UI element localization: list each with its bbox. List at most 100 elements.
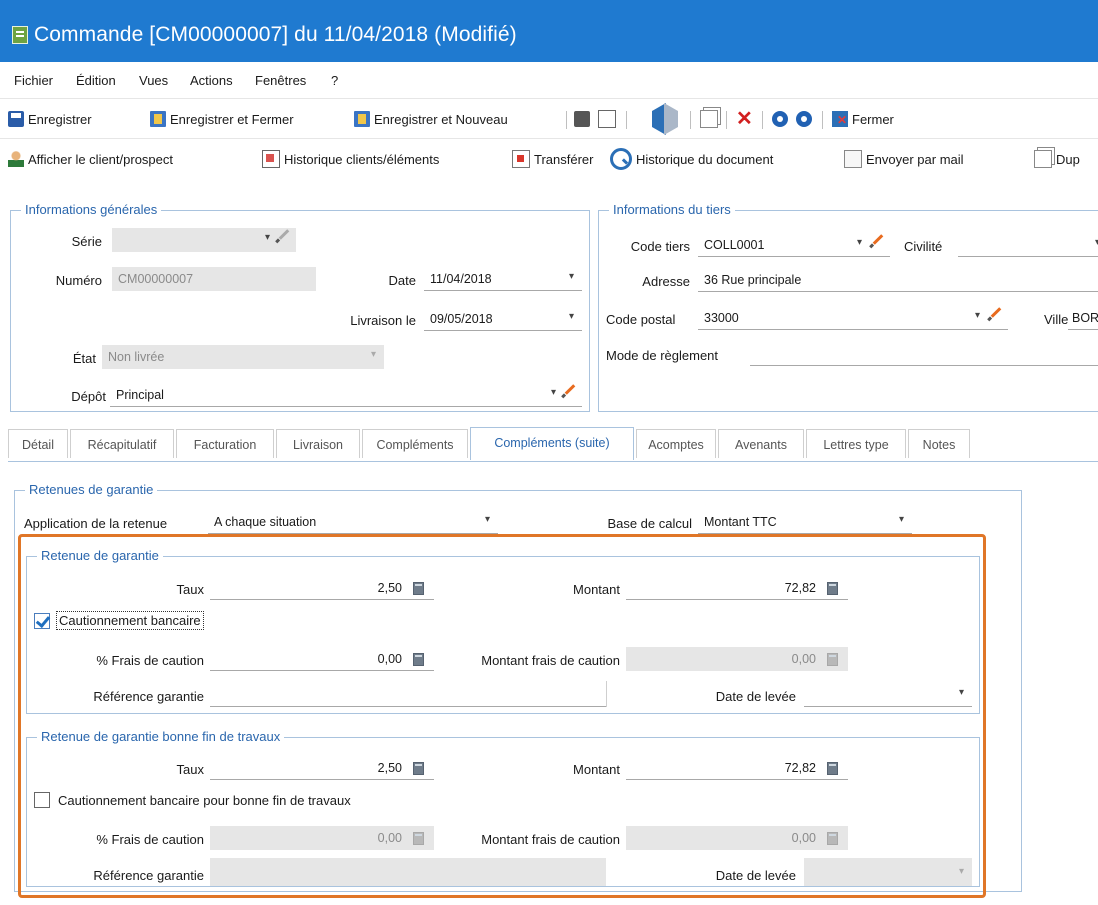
copy-icon bbox=[700, 110, 718, 128]
menu-actions[interactable]: Actions bbox=[190, 73, 233, 88]
taux-field[interactable]: 2,50 bbox=[210, 756, 434, 780]
last-record-button[interactable] bbox=[796, 109, 816, 129]
delete-button[interactable]: ✕ bbox=[736, 109, 756, 129]
close-button[interactable]: Fermer bbox=[832, 109, 894, 129]
date-levee-field[interactable]: ▾ bbox=[804, 858, 972, 886]
history-icon bbox=[262, 150, 280, 168]
tab-complements[interactable]: Compléments bbox=[362, 429, 468, 458]
chevron-down-icon: ▾ bbox=[264, 232, 270, 243]
numero-field[interactable]: CM00000007 bbox=[112, 267, 316, 291]
adresse-field[interactable]: 36 Rue principale bbox=[698, 268, 1098, 292]
frais-caution-field[interactable]: 0,00 bbox=[210, 647, 434, 671]
copy-button[interactable] bbox=[700, 109, 722, 129]
date-field[interactable]: 11/04/2018 ▾ bbox=[424, 267, 582, 291]
magnifier-icon bbox=[610, 148, 632, 170]
save-close-icon bbox=[150, 111, 166, 127]
caution-bonne-fin-checkbox[interactable] bbox=[34, 792, 50, 808]
menu-bar: Fichier Édition Vues Actions Fenêtres ? bbox=[0, 62, 1098, 98]
floppy-icon bbox=[8, 111, 24, 127]
pencil-icon bbox=[278, 229, 290, 240]
code-tiers-field[interactable]: COLL0001 ▾ bbox=[698, 233, 890, 257]
caution-bonne-fin-label[interactable]: Cautionnement bancaire pour bonne fin de… bbox=[58, 793, 351, 808]
tab-detail[interactable]: Détail bbox=[8, 429, 68, 458]
history-clients-button[interactable]: Historique clients/éléments bbox=[262, 149, 439, 169]
frais-caution-label: % Frais de caution bbox=[96, 653, 204, 668]
tab-recapitulatif[interactable]: Récapitulatif bbox=[70, 429, 174, 458]
tab-bar: Détail Récapitulatif Facturation Livrais… bbox=[8, 425, 1098, 462]
reglement-label: Mode de règlement bbox=[606, 348, 719, 363]
frais-caution-field[interactable]: 0,00 bbox=[210, 826, 434, 850]
frais-caution-label: % Frais de caution bbox=[96, 832, 204, 847]
tab-livraison[interactable]: Livraison bbox=[276, 429, 360, 458]
montant-field[interactable]: 72,82 bbox=[626, 756, 848, 780]
chevron-down-icon: ▾ bbox=[568, 271, 574, 282]
next-button[interactable] bbox=[664, 103, 698, 135]
livraison-field[interactable]: 09/05/2018 ▾ bbox=[424, 307, 582, 331]
reference-label: Référence garantie bbox=[93, 689, 204, 704]
send-mail-button[interactable]: Envoyer par mail bbox=[844, 149, 964, 169]
first-record-button[interactable] bbox=[772, 109, 792, 129]
date-label: Date bbox=[388, 273, 416, 288]
window-title: Commande [CM00000007] du 11/04/2018 (Mod… bbox=[34, 23, 517, 46]
code-postal-field[interactable]: 33000 ▾ bbox=[698, 306, 1008, 330]
serie-field[interactable]: ▾ bbox=[112, 228, 296, 252]
calculator-icon[interactable] bbox=[413, 762, 424, 775]
group-title: Retenue de garantie bonne fin de travaux bbox=[37, 729, 285, 744]
save-button[interactable]: Enregistrer bbox=[8, 109, 92, 129]
save-close-button[interactable]: Enregistrer et Fermer bbox=[150, 109, 294, 129]
tab-facturation[interactable]: Facturation bbox=[176, 429, 274, 458]
print-preview-icon bbox=[598, 110, 616, 128]
reference-field[interactable] bbox=[210, 858, 606, 886]
duplicate-button[interactable]: Dup bbox=[1034, 149, 1080, 169]
civilite-label: Civilité bbox=[904, 239, 943, 254]
main-toolbar: Enregistrer Enregistrer et Fermer Enregi… bbox=[0, 98, 1098, 139]
menu-fenetres[interactable]: Fenêtres bbox=[255, 73, 306, 88]
civilite-field[interactable]: ▾ bbox=[958, 233, 1098, 257]
etat-field[interactable]: Non livrée ▾ bbox=[102, 345, 384, 369]
tab-complements-suite[interactable]: Compléments (suite) bbox=[470, 427, 634, 460]
depot-field[interactable]: Principal ▾ bbox=[110, 383, 582, 407]
calculator-icon[interactable] bbox=[413, 653, 424, 666]
calculator-icon[interactable] bbox=[413, 582, 424, 595]
taux-field[interactable]: 2,50 bbox=[210, 576, 434, 600]
tab-lettres-type[interactable]: Lettres type bbox=[806, 429, 906, 458]
calculator-icon[interactable] bbox=[827, 582, 838, 595]
chevron-down-icon: ▾ bbox=[974, 310, 980, 321]
print-button[interactable] bbox=[574, 109, 594, 129]
numero-label: Numéro bbox=[55, 273, 102, 288]
application-dropdown[interactable]: A chaque situation ▾ bbox=[208, 510, 498, 534]
tab-notes[interactable]: Notes bbox=[908, 429, 970, 458]
printer-icon bbox=[574, 111, 590, 127]
reference-field[interactable] bbox=[210, 683, 606, 707]
serie-label: Série bbox=[71, 234, 102, 249]
document-history-button[interactable]: Historique du document bbox=[610, 148, 773, 170]
tab-acomptes[interactable]: Acomptes bbox=[636, 429, 716, 458]
save-new-button[interactable]: Enregistrer et Nouveau bbox=[354, 109, 508, 129]
menu-edition[interactable]: Édition bbox=[76, 73, 116, 88]
separator bbox=[822, 111, 823, 129]
menu-fichier[interactable]: Fichier bbox=[14, 73, 53, 88]
code-postal-label: Code postal bbox=[606, 312, 676, 327]
preview-button[interactable] bbox=[598, 109, 620, 129]
save-new-icon bbox=[354, 111, 370, 127]
montant-frais-field[interactable]: 0,00 bbox=[626, 826, 848, 850]
caution-label[interactable]: Cautionnement bancaire bbox=[56, 611, 204, 630]
divider bbox=[606, 681, 607, 707]
delete-x-icon: ✕ bbox=[736, 108, 753, 130]
menu-vues[interactable]: Vues bbox=[139, 73, 168, 88]
montant-field[interactable]: 72,82 bbox=[626, 576, 848, 600]
reglement-field[interactable] bbox=[750, 342, 1098, 366]
montant-frais-label: Montant frais de caution bbox=[481, 653, 620, 668]
show-client-button[interactable]: Afficher le client/prospect bbox=[8, 149, 173, 169]
date-levee-label: Date de levée bbox=[715, 868, 796, 883]
ville-field[interactable]: BOR bbox=[1068, 306, 1098, 330]
date-levee-field[interactable]: ▾ bbox=[804, 683, 972, 707]
montant-frais-field[interactable]: 0,00 bbox=[626, 647, 848, 671]
menu-help[interactable]: ? bbox=[331, 73, 338, 88]
caution-checkbox[interactable] bbox=[34, 613, 50, 629]
transfer-button[interactable]: Transférer bbox=[512, 149, 593, 169]
calculator-icon[interactable] bbox=[827, 762, 838, 775]
base-calcul-dropdown[interactable]: Montant TTC ▾ bbox=[698, 510, 912, 534]
tab-avenants[interactable]: Avenants bbox=[718, 429, 804, 458]
code-tiers-label: Code tiers bbox=[630, 239, 690, 254]
